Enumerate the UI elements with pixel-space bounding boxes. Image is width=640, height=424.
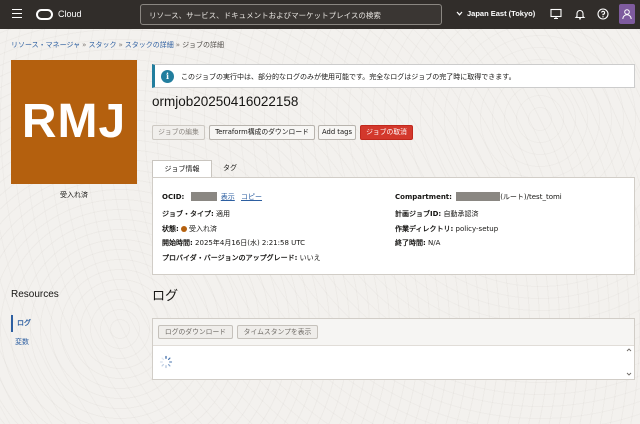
ocid-row: OCID: 表示 コピー <box>162 192 262 202</box>
region-selector[interactable]: Japan East (Tokyo) <box>467 9 535 18</box>
end-time-value: N/A <box>428 239 441 247</box>
logs-toolbar: ログのダウンロード タイムスタンプを表示 <box>153 319 634 346</box>
breadcrumb: リソース・マネージャ» スタック» スタックの詳細» ジョブの詳細 <box>11 40 224 50</box>
download-logs-button[interactable]: ログのダウンロード <box>158 325 233 339</box>
scroll-up-icon[interactable] <box>626 347 632 353</box>
resource-item-logs[interactable]: ログ <box>11 315 71 332</box>
breadcrumb-separator: » <box>175 41 181 49</box>
redacted-compartment <box>456 192 501 201</box>
ocid-label: OCID: <box>162 193 185 201</box>
state-label: 状態: <box>162 225 179 233</box>
working-directory-row: 作業ディレクトリ: policy-setup <box>395 224 498 234</box>
add-tags-button[interactable]: Add tags <box>318 125 356 140</box>
job-badge: RMJ <box>11 60 137 184</box>
logs-panel: ログのダウンロード タイムスタンプを表示 <box>152 318 635 380</box>
breadcrumb-separator: » <box>82 41 87 49</box>
page-title: ormjob20250416022158 <box>152 94 299 109</box>
end-time-row: 終了時間: N/A <box>395 238 440 248</box>
download-terraform-config-button[interactable]: Terraform構成のダウンロード <box>209 125 315 140</box>
menu-icon[interactable] <box>12 9 22 19</box>
search-placeholder: リソース、サービス、ドキュメントおよびマーケットプレイスの検索 <box>149 11 381 20</box>
brand-label[interactable]: Cloud <box>58 9 82 19</box>
cancel-job-button[interactable]: ジョブの取消 <box>360 125 413 140</box>
plan-job-value: 自動承認済 <box>443 210 479 218</box>
show-ocid-link[interactable]: 表示 <box>221 193 235 201</box>
top-navigation-bar: Cloud リソース、サービス、ドキュメントおよびマーケットプレイスの検索 Ja… <box>0 0 640 29</box>
plan-job-row: 計画ジョブID: 自動承認済 <box>395 209 478 219</box>
job-type-label: ジョブ・タイプ: <box>162 210 214 218</box>
provider-upgrade-label: プロバイダ・バージョンのアップグレード: <box>162 254 298 262</box>
start-time-label: 開始時間: <box>162 239 193 247</box>
search-input[interactable]: リソース、サービス、ドキュメントおよびマーケットプレイスの検索 <box>140 4 442 25</box>
info-banner: i このジョブの実行中は、部分的なログのみが使用可能です。完全なログはジョブの完… <box>152 64 635 88</box>
state-value: 受入れ済 <box>189 225 218 233</box>
resources-heading: Resources <box>11 289 59 300</box>
redacted-ocid <box>190 192 217 201</box>
profile-avatar-icon[interactable] <box>619 4 635 24</box>
plan-job-label: 計画ジョブID: <box>395 210 442 218</box>
show-timestamps-button[interactable]: タイムスタンプを表示 <box>237 325 318 339</box>
info-icon: i <box>161 70 174 83</box>
loading-spinner-icon <box>159 355 173 369</box>
breadcrumb-current: ジョブの詳細 <box>182 41 225 49</box>
resource-item-variables[interactable]: 変数 <box>11 334 71 351</box>
job-type-value: 適用 <box>216 210 231 218</box>
provider-upgrade-row: プロバイダ・バージョンのアップグレード: いいえ <box>162 253 321 263</box>
breadcrumb-resource-manager[interactable]: リソース・マネージャ <box>11 41 80 49</box>
copy-ocid-link[interactable]: コピー <box>241 193 262 201</box>
compartment-row: Compartment: (ルート)/test_tomi <box>395 192 562 202</box>
start-time-row: 開始時間: 2025年4月16日(水) 2:21:58 UTC <box>162 238 305 248</box>
breadcrumb-stack-details[interactable]: スタックの詳細 <box>125 41 174 49</box>
start-time-value: 2025年4月16日(水) 2:21:58 UTC <box>195 239 305 247</box>
edit-job-button[interactable]: ジョブの編集 <box>152 125 205 140</box>
tab-tags[interactable]: タグ <box>214 160 246 178</box>
scroll-down-icon[interactable] <box>626 371 632 377</box>
compartment-label: Compartment: <box>395 193 452 201</box>
logs-heading: ログ <box>152 288 179 303</box>
notifications-bell-icon[interactable] <box>574 8 586 20</box>
state-row: 状態: 受入れ済 <box>162 224 217 234</box>
breadcrumb-separator: » <box>118 41 123 49</box>
status-dot-icon <box>181 225 188 232</box>
logs-scrollbar[interactable] <box>626 347 632 378</box>
job-status-label: 受入れ済 <box>60 191 88 199</box>
job-type-row: ジョブ・タイプ: 適用 <box>162 209 230 219</box>
working-directory-value: policy-setup <box>455 225 499 233</box>
info-banner-text: このジョブの実行中は、部分的なログのみが使用可能です。完全なログはジョブの完了時… <box>181 73 516 81</box>
working-directory-label: 作業ディレクトリ: <box>395 225 454 233</box>
breadcrumb-stacks[interactable]: スタック <box>88 41 116 49</box>
oracle-logo-icon[interactable] <box>36 9 53 20</box>
cloud-shell-icon[interactable] <box>550 8 562 20</box>
chevron-down-icon[interactable] <box>456 9 463 18</box>
provider-upgrade-value: いいえ <box>299 254 321 262</box>
job-info-panel: OCID: 表示 コピー ジョブ・タイプ: 適用 状態: 受入れ済 開始時間: … <box>152 177 635 275</box>
tab-job-information[interactable]: ジョブ情報 <box>152 160 212 178</box>
help-icon[interactable] <box>597 8 609 20</box>
compartment-value: (ルート)/test_tomi <box>500 193 562 201</box>
end-time-label: 終了時間: <box>395 239 426 247</box>
